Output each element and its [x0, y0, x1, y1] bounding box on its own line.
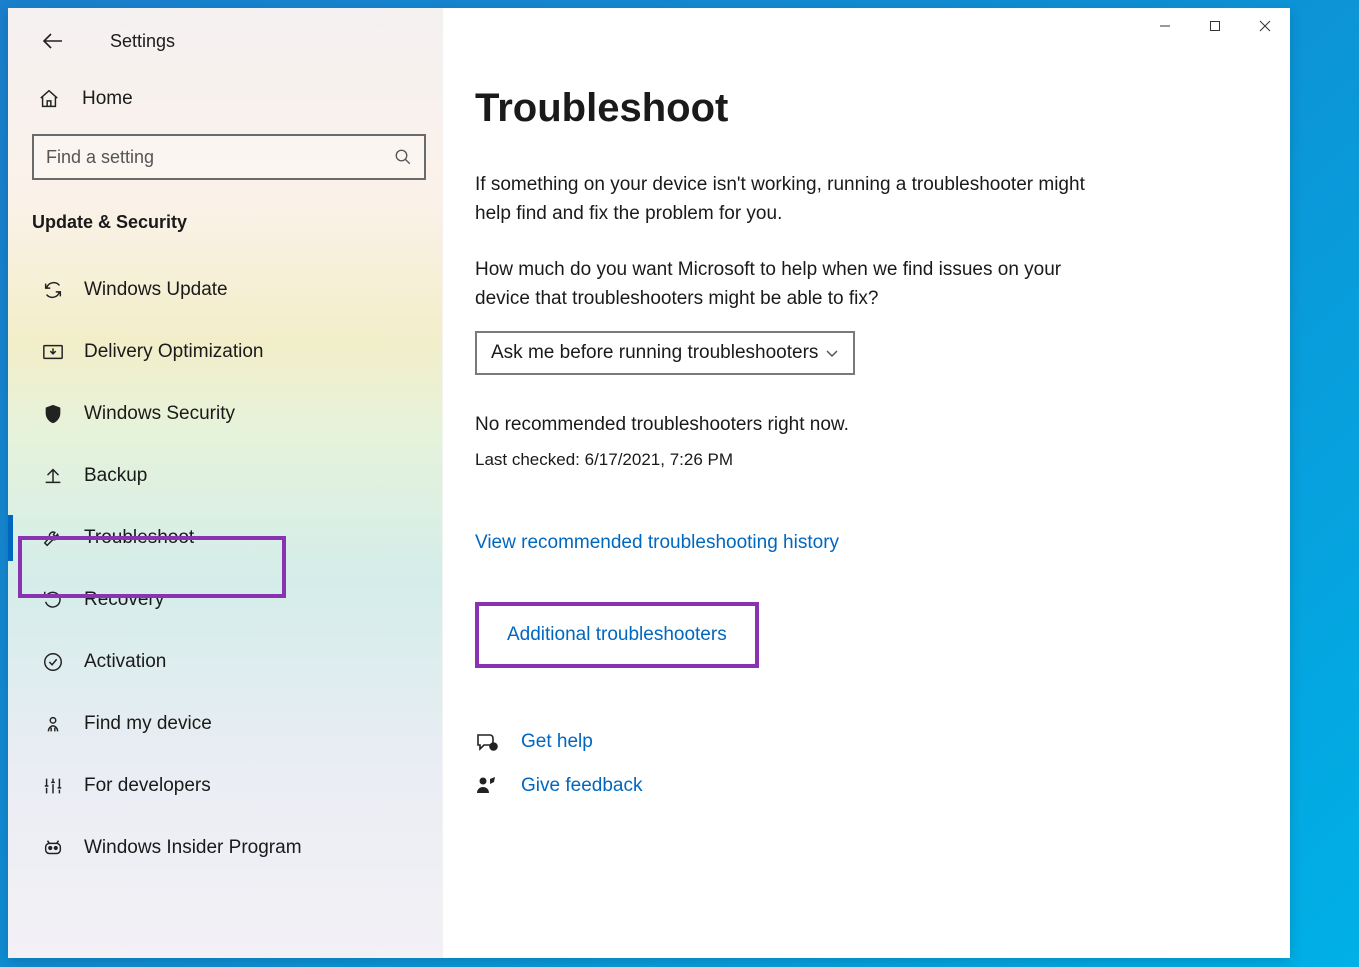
sidebar-item-label: Windows Security	[84, 403, 235, 425]
dropdown-value: Ask me before running troubleshooters	[491, 342, 818, 364]
check-circle-icon	[38, 651, 68, 673]
sidebar-item-windows-insider[interactable]: Windows Insider Program	[8, 817, 442, 879]
arrow-left-icon	[42, 32, 62, 50]
sidebar-item-label: Troubleshoot	[84, 527, 194, 549]
help-section: ? Get help Give feedback	[475, 720, 1258, 808]
wrench-icon	[38, 527, 68, 549]
settings-window: Settings Home Update & Security Wind	[8, 8, 1290, 958]
last-checked-text: Last checked: 6/17/2021, 7:26 PM	[475, 450, 1258, 470]
give-feedback-link[interactable]: Give feedback	[521, 775, 642, 797]
minimize-button[interactable]	[1140, 8, 1190, 44]
search-wrap	[32, 134, 426, 180]
minimize-icon	[1159, 20, 1171, 32]
sidebar-item-home[interactable]: Home	[8, 74, 442, 124]
sidebar-item-windows-security[interactable]: Windows Security	[8, 383, 442, 445]
titlebar-buttons	[1140, 8, 1290, 44]
give-feedback-row: Give feedback	[475, 764, 1258, 808]
page-description: If something on your device isn't workin…	[475, 171, 1095, 228]
upload-icon	[38, 465, 68, 487]
feedback-icon	[475, 775, 511, 797]
sidebar-item-label: Windows Insider Program	[84, 837, 302, 859]
content-pane: Troubleshoot If something on your device…	[442, 8, 1290, 958]
sidebar-item-label: Activation	[84, 651, 166, 673]
troubleshooter-preference-dropdown[interactable]: Ask me before running troubleshooters	[475, 331, 855, 375]
close-button[interactable]	[1240, 8, 1290, 44]
sidebar-item-delivery-optimization[interactable]: Delivery Optimization	[8, 321, 442, 383]
close-icon	[1259, 20, 1271, 32]
home-label: Home	[82, 88, 133, 110]
maximize-icon	[1209, 20, 1221, 32]
shield-icon	[38, 403, 68, 425]
get-help-row: ? Get help	[475, 720, 1258, 764]
search-input[interactable]	[46, 147, 394, 168]
sidebar-item-find-my-device[interactable]: Find my device	[8, 693, 442, 755]
sidebar-item-label: Windows Update	[84, 279, 228, 301]
sidebar: Settings Home Update & Security Wind	[8, 8, 442, 958]
page-title: Troubleshoot	[475, 86, 1258, 131]
refresh-icon	[38, 279, 68, 301]
chevron-down-icon	[825, 346, 839, 360]
recovery-icon	[38, 589, 68, 611]
sidebar-item-for-developers[interactable]: For developers	[8, 755, 442, 817]
sidebar-item-label: Find my device	[84, 713, 212, 735]
history-link[interactable]: View recommended troubleshooting history	[475, 532, 839, 554]
nav-list: Windows Update Delivery Optimization Win…	[8, 247, 442, 879]
maximize-button[interactable]	[1190, 8, 1240, 44]
search-box[interactable]	[32, 134, 426, 180]
no-recommended-text: No recommended troubleshooters right now…	[475, 411, 1095, 440]
app-title: Settings	[110, 31, 175, 52]
home-icon	[38, 88, 68, 110]
location-icon	[38, 713, 68, 735]
sidebar-item-label: Recovery	[84, 589, 164, 611]
svg-text:?: ?	[492, 745, 495, 751]
annotation-highlight: Additional troubleshooters	[475, 602, 759, 668]
sidebar-item-label: For developers	[84, 775, 211, 797]
sidebar-item-label: Backup	[84, 465, 147, 487]
sidebar-item-recovery[interactable]: Recovery	[8, 569, 442, 631]
get-help-link[interactable]: Get help	[521, 731, 593, 753]
sidebar-item-activation[interactable]: Activation	[8, 631, 442, 693]
sidebar-item-windows-update[interactable]: Windows Update	[8, 259, 442, 321]
sidebar-item-troubleshoot[interactable]: Troubleshoot	[8, 507, 442, 569]
search-icon	[394, 148, 412, 166]
page-prompt: How much do you want Microsoft to help w…	[475, 256, 1095, 313]
developers-icon	[38, 775, 68, 797]
additional-troubleshooters-link[interactable]: Additional troubleshooters	[507, 624, 727, 646]
sidebar-item-label: Delivery Optimization	[84, 341, 264, 363]
sidebar-section-header: Update & Security	[8, 184, 442, 247]
back-button[interactable]	[36, 26, 68, 56]
header-row: Settings	[8, 8, 442, 74]
download-icon	[38, 341, 68, 363]
help-icon: ?	[475, 731, 511, 753]
insider-icon	[38, 837, 68, 859]
sidebar-item-backup[interactable]: Backup	[8, 445, 442, 507]
